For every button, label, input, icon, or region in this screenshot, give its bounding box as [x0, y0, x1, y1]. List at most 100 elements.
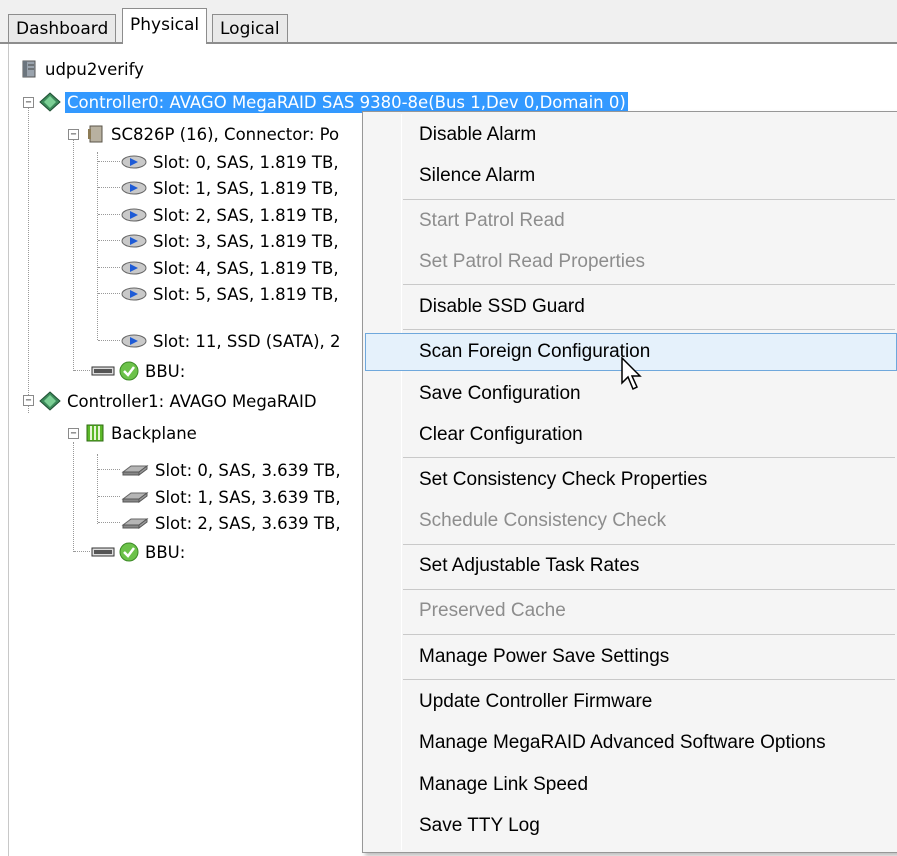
bbu-label: BBU:	[145, 361, 186, 381]
tab-dashboard[interactable]: Dashboard	[8, 14, 117, 44]
menu-separator	[403, 284, 895, 285]
server-icon	[22, 60, 36, 78]
bbu-label: BBU:	[145, 542, 186, 562]
menu-separator	[403, 634, 895, 635]
tree-node-backplane[interactable]: Backplane	[85, 420, 199, 446]
collapse-icon[interactable]: −	[23, 97, 34, 108]
menu-item-preserved-cache: Preserved Cache	[419, 600, 566, 621]
tree-node-drive[interactable]: Slot: 2, SAS, 1.819 TB,	[121, 202, 341, 228]
controller-context-menu: Disable Alarm Silence Alarm Start Patrol…	[362, 111, 897, 853]
drive-icon	[121, 234, 147, 248]
menu-separator	[403, 589, 895, 590]
tree-node-controller1[interactable]: Controller1: AVAGO MegaRAID	[39, 388, 319, 414]
status-ok-icon	[119, 542, 139, 562]
drive-label: Slot: 2, SAS, 1.819 TB,	[153, 205, 339, 225]
tree-node-drive[interactable]: Slot: 0, SAS, 3.639 TB,	[121, 457, 343, 483]
tree-connector	[98, 240, 120, 241]
mouse-cursor-icon	[621, 357, 642, 391]
tree-connector	[98, 469, 120, 470]
tree-connector	[28, 102, 29, 413]
menu-item-clear-configuration[interactable]: Clear Configuration	[365, 416, 897, 454]
tree-connector	[73, 136, 74, 371]
tab-bar: Dashboard Physical Logical	[0, 0, 897, 44]
menu-item-manage-power-save-settings[interactable]: Manage Power Save Settings	[365, 638, 897, 676]
hdd-icon	[121, 518, 149, 529]
enclosure-icon	[88, 125, 103, 143]
drive-label: Slot: 2, SAS, 3.639 TB,	[155, 513, 341, 533]
tree-node-bbu[interactable]: BBU:	[91, 358, 187, 384]
tree-node-drive[interactable]: Slot: 1, SAS, 1.819 TB,	[121, 175, 341, 201]
tree-root-label: udpu2verify	[45, 59, 144, 79]
menu-item-set-patrol-read-properties: Set Patrol Read Properties	[419, 251, 646, 272]
drive-label: Slot: 4, SAS, 1.819 TB,	[153, 258, 339, 278]
tree-connector	[73, 442, 74, 552]
drive-label: Slot: 1, SAS, 1.819 TB,	[153, 178, 339, 198]
menu-item-silence-alarm[interactable]: Silence Alarm	[365, 157, 897, 195]
tree-connector	[97, 454, 98, 524]
drive-label: Slot: 11, SSD (SATA), 2	[153, 331, 341, 351]
status-ok-icon	[119, 361, 139, 381]
menu-separator	[403, 457, 895, 458]
tree-root-node[interactable]: udpu2verify	[19, 56, 146, 82]
tree-connector	[98, 187, 120, 188]
drive-label: Slot: 1, SAS, 3.639 TB,	[155, 487, 341, 507]
tree-connector	[98, 267, 120, 268]
menu-item-schedule-consistency-check: Schedule Consistency Check	[419, 510, 667, 531]
tree-connector	[98, 293, 120, 294]
hdd-icon	[121, 465, 149, 476]
menu-item-start-patrol-read: Start Patrol Read	[419, 210, 565, 231]
menu-item-manage-advanced-software-options[interactable]: Manage MegaRAID Advanced Software Option…	[365, 724, 897, 762]
tree-connector	[98, 340, 120, 341]
drive-icon	[121, 334, 147, 348]
menu-item-save-tty-log[interactable]: Save TTY Log	[365, 807, 897, 845]
drive-label: Slot: 5, SAS, 1.819 TB,	[153, 284, 339, 304]
drive-label: Slot: 0, SAS, 1.819 TB,	[153, 152, 339, 172]
drive-icon	[121, 261, 147, 275]
controller1-label: Controller1: AVAGO MegaRAID	[67, 391, 317, 411]
tree-node-drive[interactable]: Slot: 2, SAS, 3.639 TB,	[121, 510, 343, 536]
tree-connector	[98, 496, 120, 497]
controller0-label: Controller0: AVAGO MegaRAID SAS 9380-8e(…	[65, 91, 628, 113]
tree-node-drive[interactable]: Slot: 3, SAS, 1.819 TB,	[121, 228, 341, 254]
menu-separator	[403, 679, 895, 680]
tree-connector	[74, 370, 90, 371]
drive-icon	[121, 181, 147, 195]
drive-icon	[121, 155, 147, 169]
tab-logical[interactable]: Logical	[212, 14, 288, 44]
menu-item-set-adjustable-task-rates[interactable]: Set Adjustable Task Rates	[365, 547, 897, 585]
collapse-icon[interactable]: −	[23, 395, 34, 406]
menu-item-disable-ssd-guard[interactable]: Disable SSD Guard	[365, 288, 897, 326]
menu-separator	[403, 199, 895, 200]
tree-node-drive[interactable]: Slot: 11, SSD (SATA), 2	[121, 328, 343, 354]
drive-icon	[121, 208, 147, 222]
tree-connector	[98, 214, 120, 215]
menu-item-update-controller-firmware[interactable]: Update Controller Firmware	[365, 683, 897, 721]
backplane-icon	[86, 424, 104, 442]
menu-item-disable-alarm[interactable]: Disable Alarm	[365, 116, 897, 154]
drive-label: Slot: 0, SAS, 3.639 TB,	[155, 460, 341, 480]
battery-icon	[91, 366, 115, 376]
drive-icon	[121, 287, 147, 301]
tree-connector	[98, 522, 120, 523]
menu-item-manage-link-speed[interactable]: Manage Link Speed	[365, 766, 897, 804]
menu-separator	[403, 329, 895, 330]
tree-node-drive[interactable]: Slot: 0, SAS, 1.819 TB,	[121, 149, 341, 175]
hdd-icon	[121, 492, 149, 503]
battery-icon	[91, 547, 115, 557]
tree-node-drive[interactable]: Slot: 5, SAS, 1.819 TB,	[121, 281, 341, 307]
tree-connector	[97, 152, 98, 340]
tree-node-drive[interactable]: Slot: 4, SAS, 1.819 TB,	[121, 255, 341, 281]
collapse-icon[interactable]: −	[68, 428, 79, 439]
tree-node-drive[interactable]: Slot: 1, SAS, 3.639 TB,	[121, 484, 343, 510]
tree-connector	[74, 551, 90, 552]
tab-physical[interactable]: Physical	[122, 8, 208, 44]
backplane-label: Backplane	[111, 423, 197, 443]
menu-separator	[403, 544, 895, 545]
tree-node-enclosure[interactable]: SC826P (16), Connector: Po	[85, 121, 341, 147]
controller-icon	[39, 92, 61, 112]
controller-icon	[39, 391, 61, 411]
menu-item-set-consistency-check-properties[interactable]: Set Consistency Check Properties	[365, 461, 897, 499]
enclosure-label: SC826P (16), Connector: Po	[111, 124, 340, 144]
tree-node-bbu[interactable]: BBU:	[91, 539, 187, 565]
collapse-icon[interactable]: −	[68, 129, 79, 140]
